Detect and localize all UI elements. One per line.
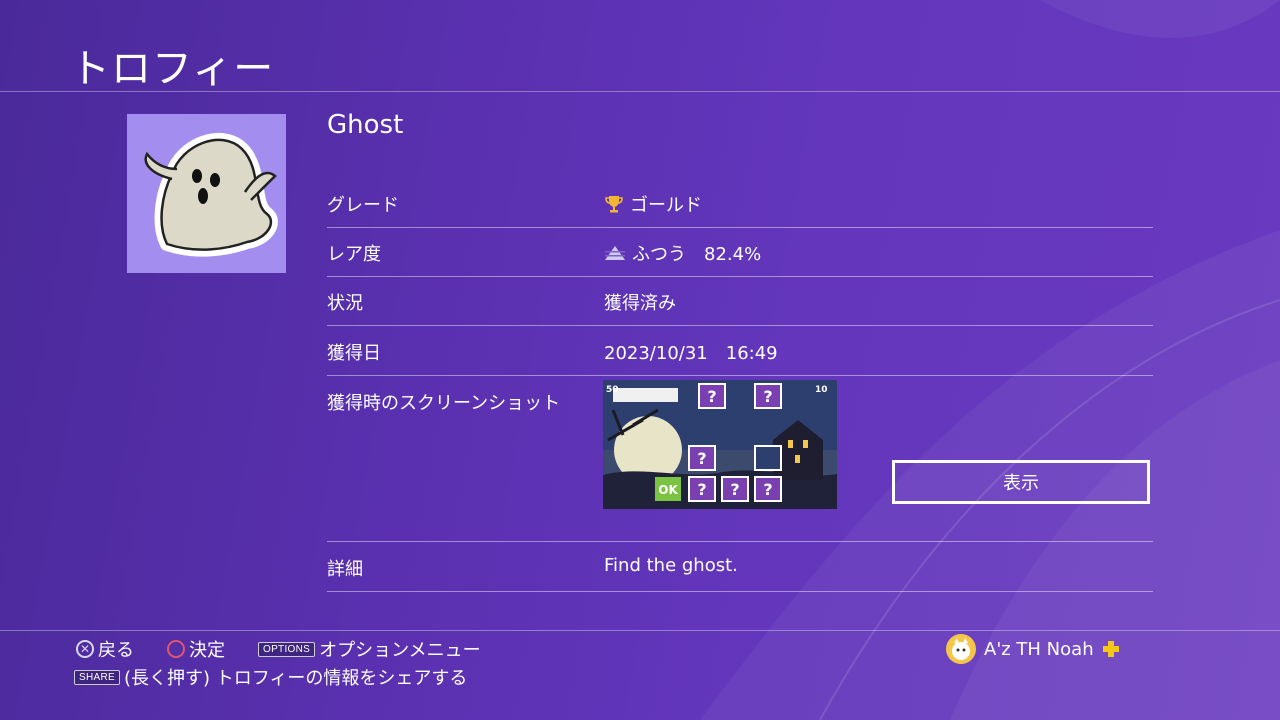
ghost-icon: [144, 133, 278, 257]
date-value: 2023/10/31 16:49: [604, 343, 778, 364]
rarity-row: レア度 ふつう 82.4%: [327, 227, 1153, 277]
screenshot-image: 50 10 ? ? ? ? ? ? OK: [603, 380, 837, 509]
header-divider: [0, 91, 1280, 92]
detail-label: 詳細: [327, 559, 363, 580]
mystery-mark: ?: [697, 480, 706, 499]
back-hint[interactable]: ✕ 戻る: [76, 636, 134, 662]
trophy-name: Ghost: [327, 110, 404, 140]
rarity-value: ふつう 82.4%: [632, 244, 762, 265]
cross-button-icon: ✕: [76, 640, 94, 658]
grade-label: グレード: [327, 195, 399, 216]
confirm-hint[interactable]: 決定: [167, 636, 225, 662]
back-label: 戻る: [98, 640, 134, 661]
mystery-mark: ?: [763, 480, 772, 499]
mystery-mark: ?: [763, 387, 772, 406]
share-hint[interactable]: SHARE (長く押す) トロフィーの情報をシェアする: [74, 664, 467, 690]
grade-row: グレード ゴールド: [327, 185, 1153, 228]
mystery-mark: ?: [697, 449, 706, 468]
rarity-label: レア度: [327, 244, 381, 265]
page-title: トロフィー: [70, 46, 275, 92]
ps-plus-icon: [1102, 641, 1119, 657]
screenshot-label: 獲得時のスクリーンショット: [327, 393, 561, 414]
circle-button-icon: [167, 640, 185, 658]
date-row: 獲得日 2023/10/31 16:49: [327, 325, 1153, 376]
gold-trophy-icon: [605, 196, 623, 213]
screenshot-row: 獲得時のスクリーンショット 50 10 ? ? ? ? ? ? OK 表示: [327, 375, 1153, 542]
user-name: A'z TH Noah: [984, 638, 1094, 660]
user-profile: A'z TH Noah: [946, 634, 1120, 664]
share-button-icon: SHARE: [74, 669, 120, 685]
share-label: (長く押す) トロフィーの情報をシェアする: [123, 668, 468, 689]
options-hint[interactable]: OPTIONS オプションメニュー: [258, 636, 481, 662]
grade-value: ゴールド: [630, 195, 702, 216]
date-label: 獲得日: [327, 343, 381, 364]
trophy-image: [127, 114, 286, 273]
mystery-mark: ?: [730, 480, 739, 499]
status-row: 状況 獲得済み: [327, 276, 1153, 326]
score-right: 10: [815, 385, 828, 395]
rarity-pyramid-icon: [605, 246, 625, 260]
detail-row: 詳細 Find the ghost.: [327, 541, 1153, 592]
status-label: 状況: [327, 293, 363, 314]
avatar: [946, 634, 976, 664]
ok-label: OK: [658, 483, 678, 497]
view-screenshot-button[interactable]: 表示: [892, 460, 1150, 504]
rarity-value-wrap: ふつう 82.4%: [604, 240, 761, 266]
mystery-mark: ?: [707, 387, 716, 406]
options-label: オプションメニュー: [319, 640, 481, 661]
footer-divider: [0, 630, 1280, 631]
detail-value: Find the ghost.: [604, 555, 738, 576]
confirm-label: 決定: [189, 640, 225, 661]
grade-value-wrap: ゴールド: [604, 191, 702, 217]
score-left: 50: [606, 385, 619, 395]
status-value: 獲得済み: [604, 293, 676, 314]
trophy-screenshot[interactable]: 50 10 ? ? ? ? ? ? OK: [603, 380, 837, 509]
options-button-icon: OPTIONS: [258, 641, 316, 657]
